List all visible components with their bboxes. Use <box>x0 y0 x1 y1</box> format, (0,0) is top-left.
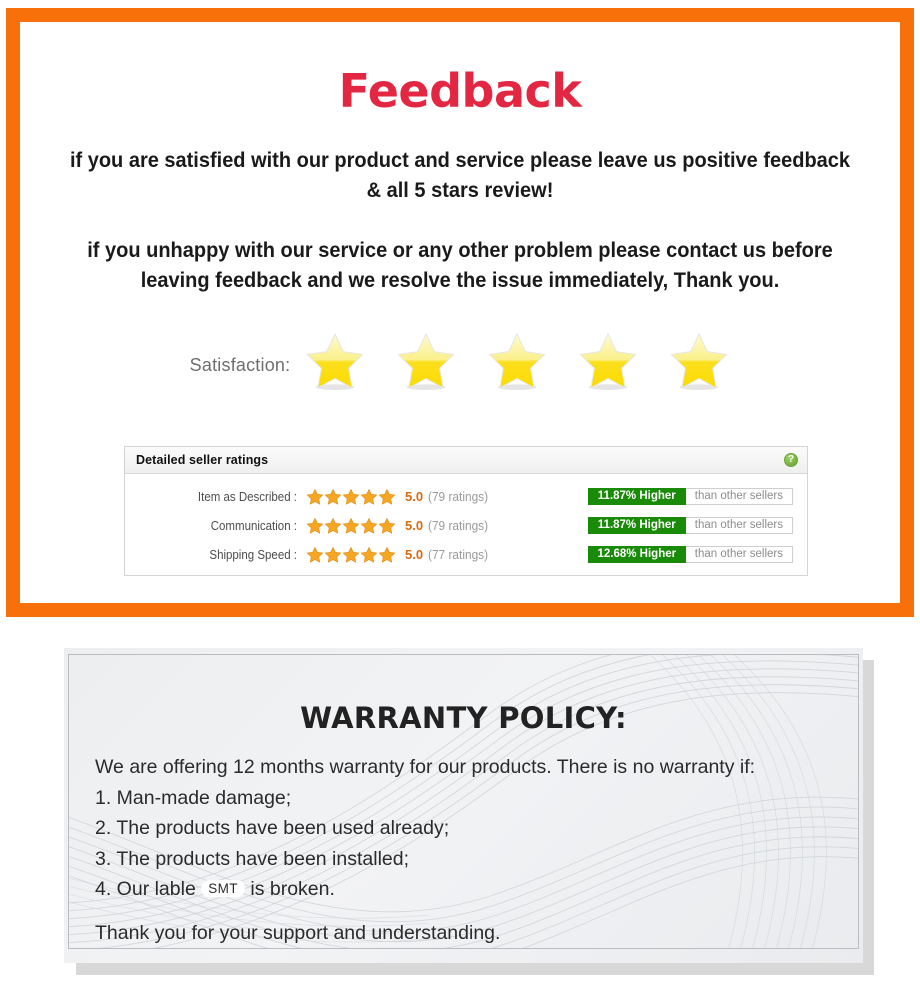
rating-stars <box>306 517 396 535</box>
warranty-item-4: 4. Our lable SMT is broken. <box>95 874 838 905</box>
satisfaction-stars <box>304 331 730 393</box>
table-row: Shipping Speed : 5.0 (77 ratings) 12.68% Hi… <box>125 540 807 569</box>
rating-comparison: 12.68% Higher than other sellers <box>587 546 793 563</box>
feedback-panel-inner: Feedback if you are satisfied with our p… <box>20 22 900 603</box>
warranty-item-4-prefix: 4. Our lable <box>95 878 196 900</box>
comparison-percent-badge: 11.87% Higher <box>587 517 686 534</box>
star-icon <box>488 332 546 391</box>
warranty-closing: Thank you for your support and understan… <box>95 921 501 944</box>
table-row: Item as Described : 5.0 (79 ratings) 11.87%… <box>125 482 807 511</box>
star-icon <box>579 332 637 391</box>
rating-score: 5.0 <box>405 547 424 562</box>
star-icon <box>324 488 342 505</box>
star-icon <box>360 488 378 505</box>
comparison-suffix-label: than other sellers <box>685 546 793 563</box>
star-icon <box>360 517 378 534</box>
warranty-item-3: 3. The products have been installed; <box>95 847 410 870</box>
star-icon <box>378 517 396 534</box>
comparison-percent-badge: 12.68% Higher <box>587 546 686 563</box>
page-title: Feedback <box>338 64 582 118</box>
comparison-percent-badge: 11.87% Higher <box>587 488 686 505</box>
satisfaction-label: Satisfaction: <box>189 354 291 375</box>
star-icon <box>306 488 324 505</box>
comparison-suffix-label: than other sellers <box>685 517 793 534</box>
rating-criterion-label: Item as Described : <box>197 489 297 504</box>
warranty-item-4-suffix: is broken. <box>250 878 335 900</box>
feedback-paragraph-positive: if you are satisfied with our product an… <box>69 148 851 202</box>
warranty-item-2: 2. The products have been used already; <box>95 817 450 839</box>
detailed-seller-ratings-rows: Item as Described : 5.0 (79 ratings) 11.87%… <box>125 474 807 569</box>
feedback-paragraph-contact: if you unhappy with our service or any o… <box>87 238 833 292</box>
warranty-card: WARRANTY POLICY: We are offering 12 mont… <box>64 648 863 963</box>
star-icon <box>397 332 455 391</box>
star-icon <box>342 488 360 505</box>
warranty-title: WARRANTY POLICY: <box>300 701 627 735</box>
feedback-panel: Feedback if you are satisfied with our p… <box>6 8 914 617</box>
smt-label-badge: SMT <box>201 880 245 897</box>
rating-score: 5.0 <box>405 489 424 504</box>
satisfaction-row: Satisfaction: <box>20 322 900 402</box>
star-icon <box>342 546 360 563</box>
comparison-suffix-label: than other sellers <box>685 488 793 505</box>
rating-count: (77 ratings) <box>428 547 489 562</box>
question-mark-icon[interactable]: ? <box>784 453 798 467</box>
rating-stars <box>306 488 396 506</box>
warranty-panel: WARRANTY POLICY: We are offering 12 mont… <box>68 654 859 949</box>
detailed-seller-ratings-title: Detailed seller ratings <box>136 453 269 467</box>
rating-criterion-label: Communication : <box>210 518 297 533</box>
star-icon <box>670 332 728 391</box>
rating-stars <box>306 546 396 564</box>
star-icon <box>342 517 360 534</box>
star-icon <box>360 546 378 563</box>
rating-comparison: 11.87% Higher than other sellers <box>587 488 793 505</box>
warranty-intro: We are offering 12 months warranty for o… <box>95 756 756 778</box>
star-icon <box>378 546 396 563</box>
star-icon <box>378 488 396 505</box>
table-row: Communication : 5.0 (79 ratings) 11.87% Hig… <box>125 511 807 540</box>
rating-count: (79 ratings) <box>428 518 489 533</box>
rating-comparison: 11.87% Higher than other sellers <box>587 517 793 534</box>
rating-score: 5.0 <box>405 518 424 533</box>
star-icon <box>324 546 342 563</box>
detailed-seller-ratings-box: Detailed seller ratings ? Item as Descri… <box>124 446 808 576</box>
detailed-seller-ratings-header: Detailed seller ratings ? <box>125 447 807 474</box>
warranty-item-1: 1. Man-made damage; <box>95 786 292 809</box>
star-icon <box>306 517 324 534</box>
rating-criterion-label: Shipping Speed : <box>209 547 297 562</box>
star-icon <box>324 517 342 534</box>
star-icon <box>306 332 364 391</box>
rating-count: (79 ratings) <box>428 489 489 504</box>
warranty-text-block: We are offering 12 months warranty for o… <box>95 752 838 948</box>
star-icon <box>306 546 324 563</box>
